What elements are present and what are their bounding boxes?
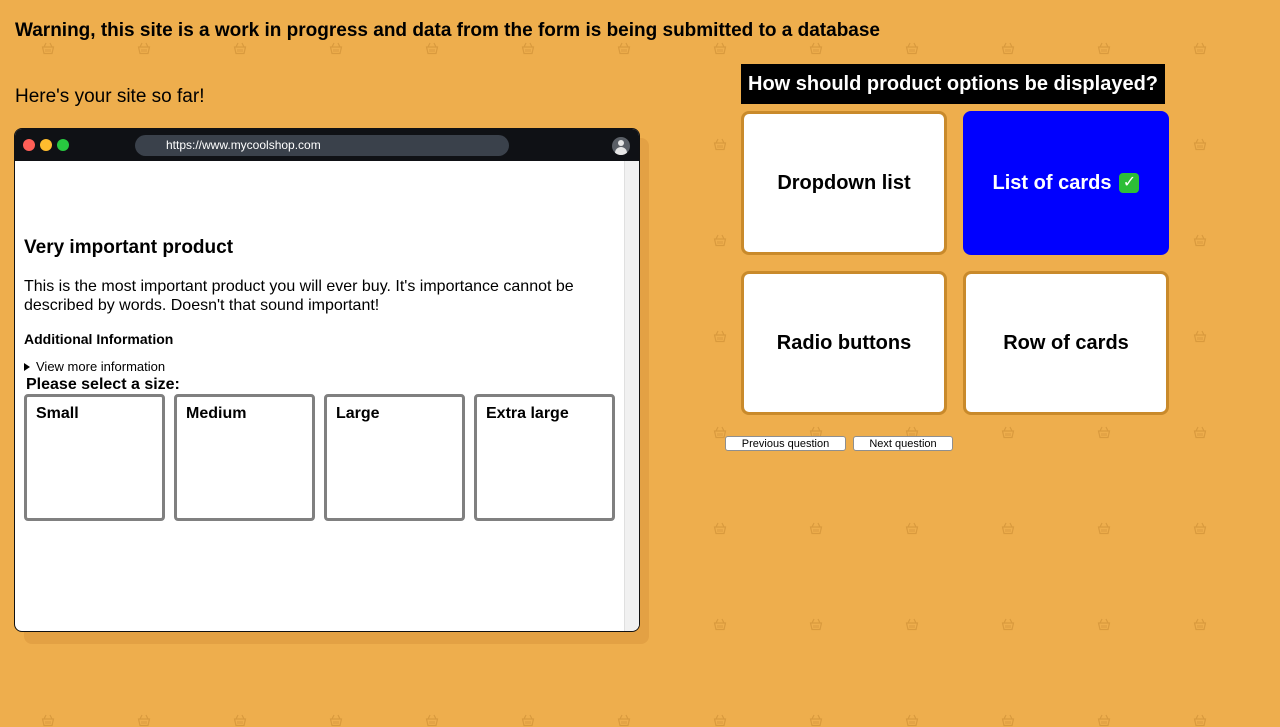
basket-icon <box>1001 426 1015 439</box>
basket-icon <box>809 618 823 631</box>
basket-icon <box>1001 618 1015 631</box>
view-more-details-toggle[interactable]: View more information <box>24 359 165 374</box>
basket-icon <box>1001 42 1015 55</box>
basket-icon <box>521 714 535 727</box>
option-label: Row of cards <box>1003 331 1129 354</box>
previous-question-button[interactable]: Previous question <box>725 436 846 451</box>
basket-icon <box>713 330 727 343</box>
basket-icon <box>713 138 727 151</box>
basket-icon <box>425 714 439 727</box>
size-card-small[interactable]: Small <box>24 394 165 521</box>
browser-title-bar: https://www.mycoolshop.com <box>15 129 639 161</box>
basket-icon <box>1193 618 1207 631</box>
basket-icon <box>617 714 631 727</box>
details-summary-label: View more information <box>36 359 166 374</box>
intro-text: Here's your site so far! <box>15 86 205 107</box>
basket-icon <box>1193 714 1207 727</box>
basket-icon <box>809 42 823 55</box>
next-question-button[interactable]: Next question <box>853 436 953 451</box>
basket-icon <box>41 42 55 55</box>
basket-icon <box>1097 714 1111 727</box>
option-dropdown-list[interactable]: Dropdown list <box>741 111 947 255</box>
basket-icon <box>1193 42 1207 55</box>
option-radio-buttons[interactable]: Radio buttons <box>741 271 947 415</box>
option-row-of-cards[interactable]: Row of cards <box>963 271 1169 415</box>
basket-icon <box>1193 426 1207 439</box>
basket-icon <box>809 522 823 535</box>
size-card-medium[interactable]: Medium <box>174 394 315 521</box>
basket-icon <box>713 234 727 247</box>
content-scrollbar[interactable] <box>624 161 639 631</box>
basket-icon <box>233 42 247 55</box>
basket-icon <box>521 42 535 55</box>
basket-icon <box>905 714 919 727</box>
basket-icon <box>1001 522 1015 535</box>
browser-page-content: Very important product This is the most … <box>15 161 639 631</box>
basket-icon <box>41 714 55 727</box>
basket-icon <box>617 42 631 55</box>
basket-icon <box>1193 234 1207 247</box>
option-list-of-cards[interactable]: List of cards ✓ <box>963 111 1169 255</box>
basket-icon <box>1097 426 1111 439</box>
basket-icon <box>137 714 151 727</box>
basket-icon <box>1097 522 1111 535</box>
basket-icon <box>713 714 727 727</box>
basket-icon <box>713 618 727 631</box>
basket-icon <box>809 714 823 727</box>
maximize-window-dot-icon <box>57 139 69 151</box>
additional-info-heading: Additional Information <box>24 331 174 347</box>
size-card-large[interactable]: Large <box>324 394 465 521</box>
product-title: Very important product <box>24 237 234 258</box>
basket-icon <box>425 42 439 55</box>
basket-icon <box>137 42 151 55</box>
basket-icon <box>329 42 343 55</box>
size-prompt: Please select a size: <box>26 376 180 393</box>
address-bar: https://www.mycoolshop.com <box>135 135 509 156</box>
basket-icon <box>1193 138 1207 151</box>
warning-banner: Warning, this site is a work in progress… <box>15 20 881 41</box>
basket-icon <box>713 522 727 535</box>
option-label: List of cards <box>992 171 1112 194</box>
basket-icon <box>905 618 919 631</box>
basket-icon <box>1193 522 1207 535</box>
close-window-dot-icon <box>23 139 35 151</box>
minimize-window-dot-icon <box>40 139 52 151</box>
check-mark-icon: ✓ <box>1119 173 1140 193</box>
basket-icon <box>1193 330 1207 343</box>
basket-icon <box>233 714 247 727</box>
option-label: Radio buttons <box>776 331 912 354</box>
profile-icon <box>612 137 630 155</box>
basket-icon <box>905 42 919 55</box>
basket-icon <box>713 42 727 55</box>
product-description: This is the most important product you w… <box>24 278 574 314</box>
size-card-extra-large[interactable]: Extra large <box>474 394 615 521</box>
basket-icon <box>1097 42 1111 55</box>
basket-icon <box>1001 714 1015 727</box>
basket-icon <box>1097 618 1111 631</box>
option-label: Dropdown list <box>777 171 911 194</box>
basket-icon <box>905 522 919 535</box>
question-heading: How should product options be displayed? <box>741 64 1165 104</box>
basket-icon <box>329 714 343 727</box>
disclosure-triangle-icon <box>24 363 30 371</box>
browser-preview-window: https://www.mycoolshop.com Very importan… <box>14 128 640 632</box>
